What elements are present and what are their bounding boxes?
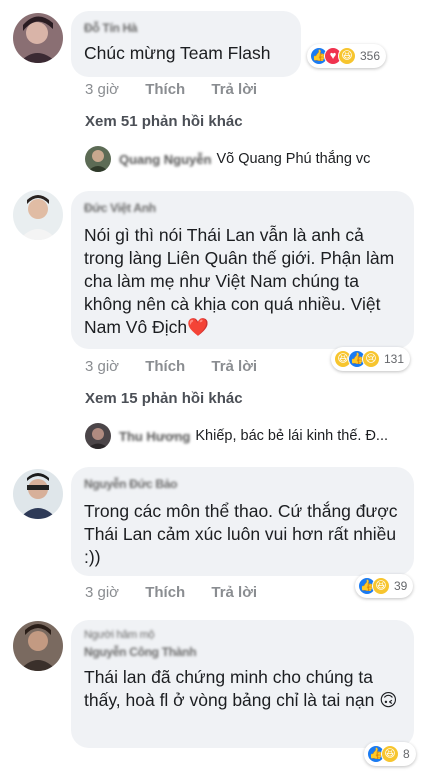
reaction-count: 356	[360, 49, 381, 63]
like-button[interactable]: Thích	[145, 81, 185, 98]
reply-button[interactable]: Trả lời	[211, 584, 257, 601]
reply-author: Quang Nguyễn	[119, 151, 212, 167]
comment-actions: 3 giờ Thích Trả lời	[85, 81, 279, 98]
comment-author[interactable]: Đỗ Tín Hà	[84, 20, 288, 36]
reaction-summary[interactable]: 👍 ♥ 😆 356	[307, 44, 387, 68]
reaction-count: 131	[384, 352, 405, 366]
sad-reaction-icon: 😢	[362, 350, 380, 368]
comment-bubble: Người hâm mộ Nguyễn Công Thành Thái lan …	[71, 620, 414, 748]
reply-preview[interactable]: Quang Nguyễn Võ Quang Phú thắng vc	[85, 144, 370, 174]
view-more-replies[interactable]: Xem 15 phản hồi khác	[85, 390, 243, 407]
reaction-summary[interactable]: 😆 👍 😢 131	[331, 347, 411, 371]
reply-button[interactable]: Trả lời	[211, 81, 257, 98]
comment-text: Trong các môn thể thao. Cứ thắng được Th…	[84, 501, 398, 567]
reply-preview[interactable]: Thu Hương Khiếp, bác bẻ lái kinh thế. Đ.…	[85, 421, 388, 451]
reply-avatar	[85, 146, 111, 172]
reply-button[interactable]: Trả lời	[211, 358, 257, 375]
comment-time[interactable]: 3 giờ	[85, 584, 119, 601]
reaction-count: 39	[394, 579, 408, 593]
avatar[interactable]	[13, 469, 63, 519]
reaction-summary[interactable]: 👍 😆 39	[355, 574, 414, 598]
comment-text: Nói gì thì nói Thái Lan vẫn là anh cả tr…	[84, 225, 395, 337]
comment-author[interactable]: Nguyễn Công Thành	[84, 644, 401, 660]
comment-actions: 3 giờ Thích Trả lời	[85, 358, 279, 375]
comment-bubble: Nguyễn Đức Bảo Trong các môn thể thao. C…	[71, 467, 414, 576]
comment-author[interactable]: Đức Việt Anh	[84, 200, 401, 216]
like-button[interactable]: Thích	[145, 358, 185, 375]
reply-text: Khiếp, bác bẻ lái kinh thế. Đ...	[195, 428, 389, 444]
comment-author[interactable]: Nguyễn Đức Bảo	[84, 476, 401, 492]
haha-reaction-icon: 😆	[338, 47, 356, 65]
like-button[interactable]: Thích	[145, 584, 185, 601]
haha-reaction-icon: 😆	[381, 745, 399, 763]
comment-bubble: Đức Việt Anh Nói gì thì nói Thái Lan vẫn…	[71, 191, 414, 349]
comment-time[interactable]: 3 giờ	[85, 358, 119, 375]
comment-text: Chúc mừng Team Flash	[84, 43, 271, 63]
reply-text: Võ Quang Phú thắng vc	[216, 151, 371, 167]
avatar[interactable]	[13, 190, 63, 240]
comment-bubble: Đỗ Tín Hà Chúc mừng Team Flash	[71, 11, 301, 77]
comment-actions: 3 giờ Thích Trả lời	[85, 584, 279, 601]
comment-time[interactable]: 3 giờ	[85, 81, 119, 98]
reaction-count: 8	[403, 747, 410, 761]
avatar[interactable]	[13, 13, 63, 63]
comment-text: Thái lan đã chứng minh cho chúng ta thấy…	[84, 667, 398, 710]
haha-reaction-icon: 😆	[372, 577, 390, 595]
reply-avatar	[85, 423, 111, 449]
avatar[interactable]	[13, 621, 63, 671]
badge: Người hâm mộ	[84, 629, 155, 641]
reaction-summary[interactable]: 👍 😆 8	[364, 742, 416, 766]
view-more-replies[interactable]: Xem 51 phản hồi khác	[85, 113, 243, 130]
reply-author: Thu Hương	[119, 428, 191, 444]
